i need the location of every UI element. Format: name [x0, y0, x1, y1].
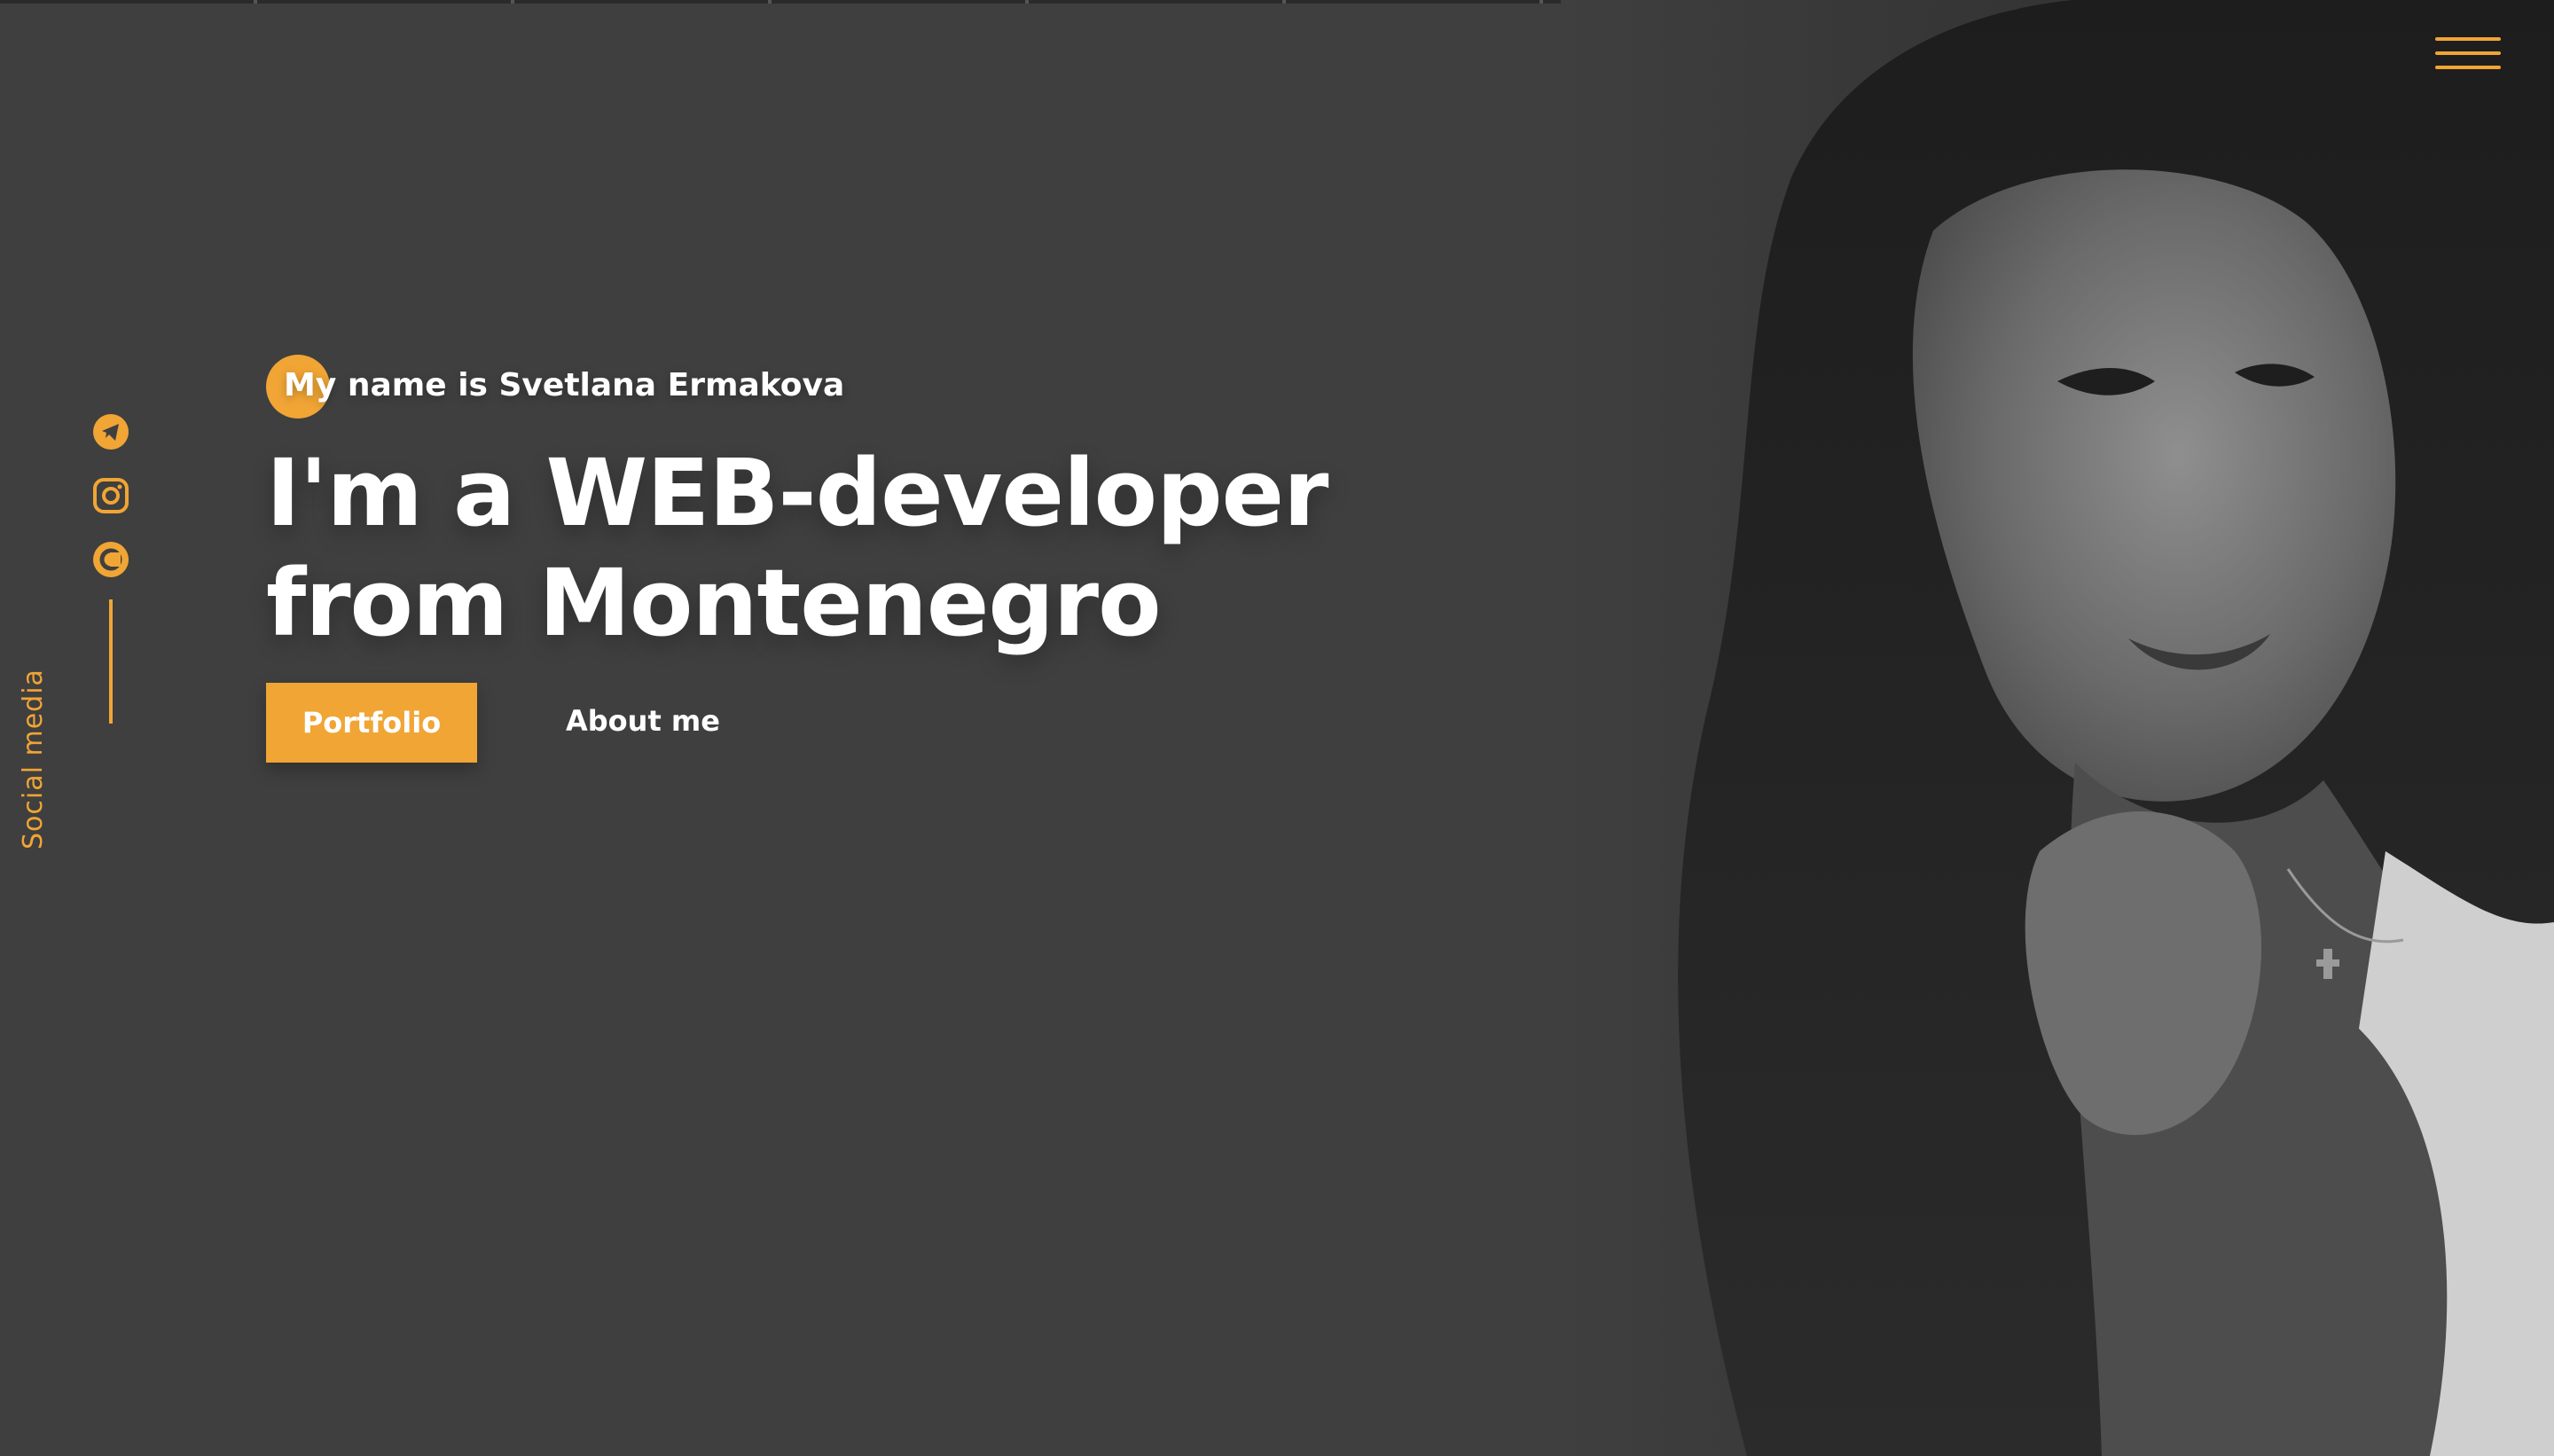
menu-line	[2435, 37, 2501, 41]
instagram-icon[interactable]	[92, 477, 129, 514]
codepen-icon[interactable]	[92, 541, 129, 578]
social-media-label: Social media	[18, 669, 49, 849]
social-divider	[109, 599, 113, 724]
social-sidebar	[92, 413, 129, 724]
intro-row: My name is Svetlana Ermakova	[266, 355, 1596, 419]
profile-photo	[1561, 0, 2554, 1456]
hero-section: My name is Svetlana Ermakova I'm a WEB-d…	[266, 355, 1596, 763]
hamburger-menu-icon[interactable]	[2435, 34, 2501, 78]
page-title: I'm a WEB-developer from Montenegro	[266, 439, 1328, 657]
portfolio-button[interactable]: Portfolio	[266, 683, 477, 763]
intro-text: My name is Svetlana Ermakova	[284, 367, 845, 403]
about-me-link[interactable]: About me	[566, 704, 720, 738]
menu-line	[2435, 66, 2501, 69]
menu-line	[2435, 51, 2501, 55]
telegram-icon[interactable]	[92, 413, 129, 450]
hero-actions: Portfolio About me	[266, 683, 1330, 771]
